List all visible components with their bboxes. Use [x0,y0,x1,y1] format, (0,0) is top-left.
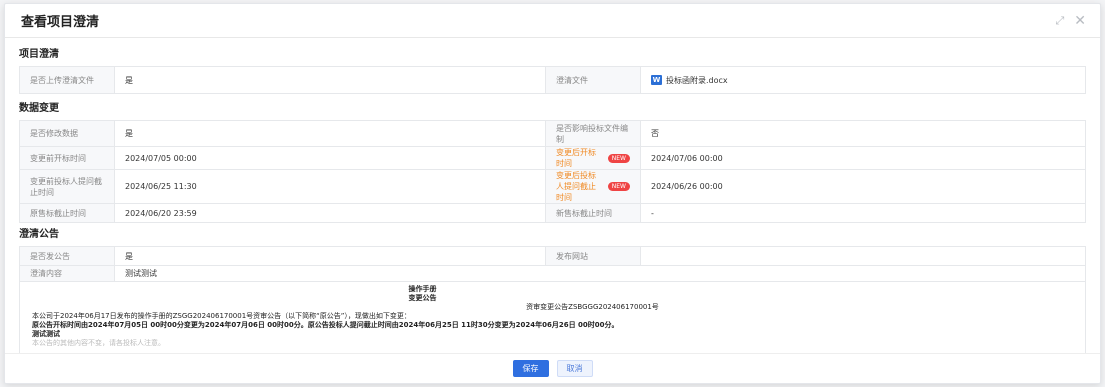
notice-paragraph: 原公告开标时间由2024年07月05日 00时00分变更为2024年07月06日… [32,321,619,329]
field-value: 2024/06/20 23:59 [114,203,546,223]
section-title-data-change: 数据变更 [19,103,59,114]
field-value: 否 [640,120,1086,147]
data-change-table: 是否修改数据 是 是否影响投标文件编制 否 变更前开标时间 2024/07/05… [19,120,1086,223]
table-row: 是否修改数据 是 是否影响投标文件编制 否 [19,120,1086,147]
field-label: 是否影响投标文件编制 [545,120,641,147]
table-row: 原售标截止时间 2024/06/20 23:59 新售标截止时间 - [19,203,1086,223]
field-label: 变更前开标时间 [19,146,115,170]
notice-content-area[interactable]: 操作手册 变更公告 资审变更公告ZSBGGG202406170001号 本公司于… [19,282,1086,354]
field-label: 是否发公告 [19,246,115,266]
dialog-footer: 保存 取消 [5,353,1100,383]
field-label: 是否修改数据 [19,120,115,147]
word-doc-icon: W [651,75,662,85]
field-label: 澄清文件 [545,66,641,94]
field-value: 2024/06/26 00:00 [640,169,1086,204]
file-name: 投标函附录.docx [666,75,728,85]
field-label: 澄清内容 [19,265,115,282]
field-label: 是否上传澄清文件 [19,66,115,94]
field-value: 2024/07/06 00:00 [640,146,1086,170]
field-value: 是 [114,246,546,266]
notice-doc-title: 资审变更公告ZSBGGG202406170001号 [526,303,659,311]
save-button[interactable]: 保存 [512,360,549,377]
field-value: 测试测试 [114,265,1086,282]
expand-icon[interactable]: ⤢ [1055,15,1064,26]
clarification-file-link[interactable]: W 投标函附录.docx [651,75,728,86]
field-value: W 投标函附录.docx [640,66,1086,94]
field-label: 变更后开标时间 NEW [545,146,641,170]
notice-subheading: 变更公告 [408,294,437,302]
section-title-clarification: 项目澄清 [19,49,59,60]
field-value [640,246,1086,266]
field-label: 原售标截止时间 [19,203,115,223]
table-row: 澄清内容 测试测试 [19,265,1086,282]
field-label: 发布网站 [545,246,641,266]
field-label: 新售标截止时间 [545,203,641,223]
new-badge: NEW [607,182,630,191]
field-label-text: 变更后投标人提问截止时间 [556,171,596,202]
field-value: 是 [114,66,546,94]
new-badge: NEW [607,153,630,163]
field-value: 是 [114,120,546,147]
dialog-actions: ⤢ ✕ [1055,14,1086,28]
close-icon[interactable]: ✕ [1074,14,1086,28]
notice-paragraph: 本公司于2024年06月17日发布的操作手册的ZSGG202406170001号… [32,312,411,320]
dialog-title: 查看项目澄清 [21,15,100,30]
dialog-header: 查看项目澄清 ⤢ ✕ [5,4,1100,38]
notice-paragraph: 测试测试 [32,330,60,338]
table-row: 是否上传澄清文件 是 澄清文件 W 投标函附录.docx [19,66,1086,94]
field-value: 2024/07/05 00:00 [114,146,546,170]
table-row: 是否发公告 是 发布网站 [19,246,1086,266]
notice-heading: 操作手册 [408,285,437,293]
dialog-body: 项目澄清 是否上传澄清文件 是 澄清文件 W 投标函附录.docx 数据变更 是… [19,46,1086,354]
clarification-table: 是否上传澄清文件 是 澄清文件 W 投标函附录.docx [19,66,1086,94]
field-value: 2024/06/25 11:30 [114,169,546,204]
field-label: 变更前投标人提问截止时间 [19,169,115,204]
field-value: - [640,203,1086,223]
notice-table: 是否发公告 是 发布网站 澄清内容 测试测试 [19,246,1086,282]
field-label: 变更后投标人提问截止时间 NEW [545,169,641,204]
cancel-button[interactable]: 取消 [556,360,593,377]
section-title-notice: 澄清公告 [19,229,59,240]
field-label-text: 变更后开标时间 [556,148,596,168]
table-row: 变更前开标时间 2024/07/05 00:00 变更后开标时间 NEW 202… [19,146,1086,170]
clarification-dialog: 查看项目澄清 ⤢ ✕ 项目澄清 是否上传澄清文件 是 澄清文件 W 投标函附录.… [4,3,1101,384]
notice-paragraph: 本公告的其他内容不变，请各投标人注意。 [32,339,165,347]
table-row: 变更前投标人提问截止时间 2024/06/25 11:30 变更后投标人提问截止… [19,169,1086,204]
